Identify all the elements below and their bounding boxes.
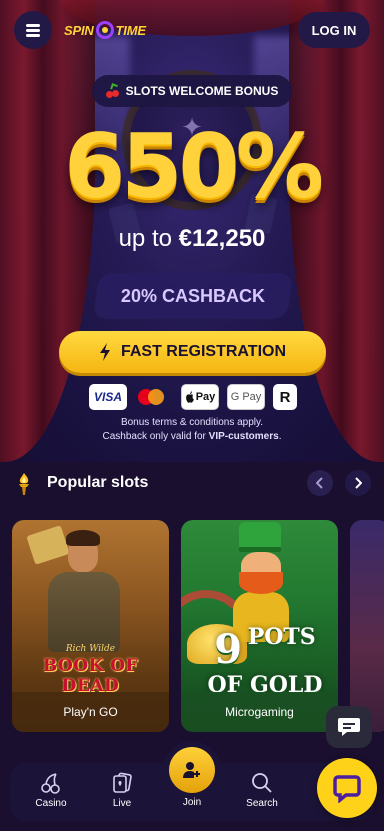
- slot-card-book-of-dead[interactable]: Rich Wilde BOOK OF DEAD Play'n GO: [12, 520, 169, 732]
- nav-item-live[interactable]: Live: [92, 771, 152, 809]
- upto-amount: €12,250: [178, 225, 266, 252]
- popular-slots-title: Popular slots: [47, 474, 149, 491]
- bonus-terms: Bonus terms & conditions apply. Cashback…: [0, 416, 384, 444]
- slot-card-9-pots-of-gold[interactable]: 9 POTS OF GOLD Microgaming: [181, 520, 338, 732]
- join-button[interactable]: [169, 747, 215, 793]
- nav-label-join: Join: [182, 797, 202, 808]
- logo-text-time: TIME: [115, 22, 146, 38]
- menu-button[interactable]: [14, 11, 52, 49]
- cherry-icon: [105, 83, 120, 98]
- chat-icon: [333, 775, 361, 803]
- live-chat-button[interactable]: [317, 758, 377, 818]
- revolut-logo: R: [273, 384, 297, 410]
- chevron-right-icon: [355, 477, 362, 489]
- nav-label-live: Live: [112, 798, 132, 809]
- terms-vip-link: VIP-customers: [208, 431, 279, 442]
- slot-provider: Play'n GO: [12, 692, 169, 732]
- nav-item-casino[interactable]: Casino: [21, 771, 81, 809]
- book-illustration: [26, 525, 70, 565]
- carousel-next-button[interactable]: [345, 470, 371, 496]
- torch-icon: [15, 473, 33, 495]
- slot-title: BOOK OF DEAD: [42, 656, 139, 696]
- leprechaun-hat: [239, 522, 281, 552]
- cashback-label: 20% CASHBACK: [120, 285, 266, 306]
- google-pay-label: G Pay: [230, 391, 262, 403]
- slot-card-partial[interactable]: [350, 520, 384, 732]
- chat-bubble-button[interactable]: [326, 706, 372, 748]
- spiral-icon: [95, 21, 114, 39]
- slot-title-number: 9: [214, 626, 243, 673]
- leprechaun-beard: [239, 572, 283, 594]
- terms-line-2-suffix: .: [278, 431, 282, 442]
- apple-pay-logo: Pay: [181, 384, 219, 410]
- add-user-icon: [183, 762, 200, 778]
- slot-title-word: POTS: [247, 624, 316, 650]
- slot-title: 9 POTS OF GOLD: [195, 626, 335, 698]
- payment-methods: VISA Pay G Pay R: [89, 384, 297, 410]
- cards-icon: [92, 771, 152, 795]
- search-icon: [232, 771, 292, 795]
- google-pay-logo: G Pay: [227, 384, 265, 410]
- popular-slots-header: Popular slots: [0, 468, 384, 498]
- adventurer-hair: [66, 530, 100, 546]
- terms-line-2: Cashback only valid for VIP-customers.: [0, 430, 384, 444]
- fast-registration-label: FAST REGISTRATION: [120, 343, 287, 360]
- adventurer-illustration: [48, 572, 120, 652]
- join-button-wrap: [163, 741, 221, 799]
- login-button[interactable]: LOG IN: [298, 12, 370, 48]
- terms-line-1: Bonus terms & conditions apply.: [120, 417, 264, 428]
- spintime-logo[interactable]: SPIN TIME: [64, 19, 146, 41]
- bonus-percent: 650%: [64, 115, 324, 218]
- upto-prefix: up to: [118, 225, 172, 252]
- mastercard-logo: [135, 384, 173, 410]
- apple-pay-label: Pay: [195, 391, 216, 403]
- nav-item-search[interactable]: Search: [232, 771, 292, 809]
- slot-provider: Microgaming: [181, 692, 338, 732]
- carousel-prev-button[interactable]: [307, 470, 333, 496]
- hamburger-icon: [26, 24, 40, 37]
- cherries-icon: [21, 771, 81, 795]
- bonus-badge-label: SLOTS WELCOME BONUS: [125, 84, 279, 98]
- slot-subtitle: Rich Wilde: [65, 644, 116, 654]
- cashback-badge: 20% CASHBACK: [92, 273, 294, 319]
- terms-line-2-prefix: Cashback only valid for: [102, 431, 206, 442]
- nav-label-casino: Casino: [35, 798, 67, 809]
- logo-text-spin: SPIN: [64, 22, 94, 38]
- bonus-upto: up to €12,250: [0, 222, 384, 256]
- fast-registration-button[interactable]: FAST REGISTRATION: [59, 331, 326, 373]
- chevron-left-icon: [316, 477, 323, 489]
- message-icon: [338, 718, 360, 736]
- lightning-icon: [99, 343, 111, 361]
- bonus-badge: SLOTS WELCOME BONUS: [92, 75, 292, 107]
- nav-label-search: Search: [246, 798, 278, 809]
- visa-logo: VISA: [89, 384, 127, 410]
